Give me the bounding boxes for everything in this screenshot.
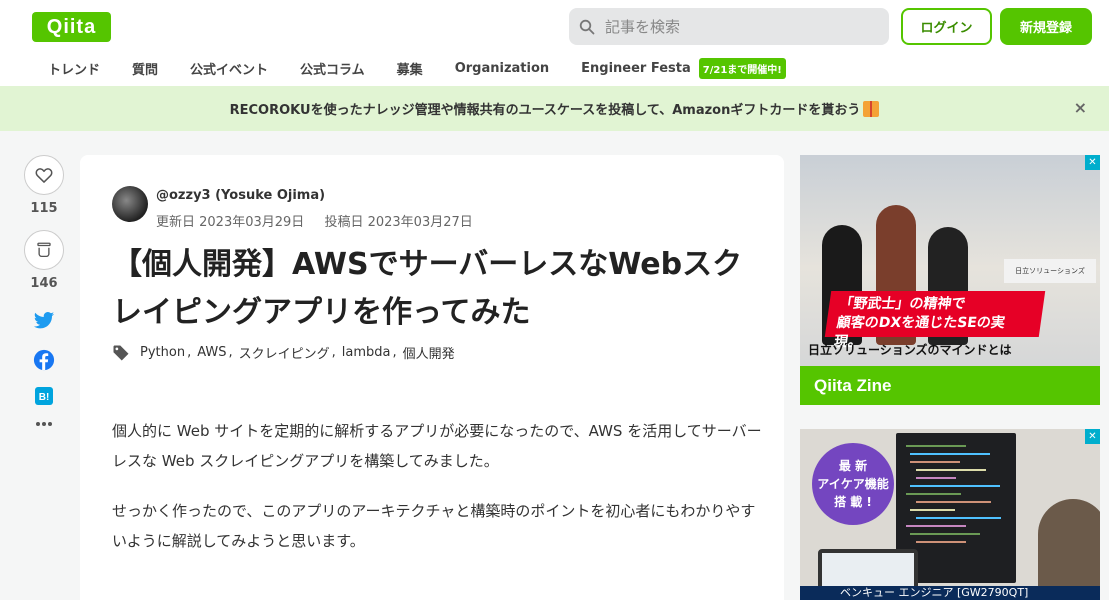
search-box[interactable] [569,8,889,45]
facebook-icon [33,349,55,371]
login-button[interactable]: ログイン [901,8,992,45]
tag-scraping[interactable]: スクレイピング [239,343,330,362]
festa-badge: 7/21まで開催中! [698,57,786,79]
gift-icon [863,100,880,117]
heart-icon [35,168,53,183]
twitter-share[interactable] [24,311,64,331]
article-title: 【個人開発】AWSでサーバーレスなWebスクレイピングアプリを作ってみた [112,247,743,330]
hatena-bookmark-icon: B! [35,387,53,405]
qiita-zine-label: Qiita Zine [800,366,1100,405]
search-icon [579,19,595,34]
article-card: @ozzy3 (Yosuke Ojima) 更新日 2023年03月29日 投稿… [80,155,784,600]
hatena-share[interactable]: B! [24,387,64,405]
ad-banner-benq[interactable]: 最 新 アイケア機能 搭 載 ! ベンキュー エンジニア [GW2790QT] … [800,429,1100,600]
site-header: Qiita ログイン 新規登録 トレンド 質問 公式イベント 公式コラム 募集 … [0,0,1109,86]
action-rail: 115 146 B! [24,155,64,427]
stock-button[interactable] [24,230,64,270]
ad-feature-badge: 最 新 アイケア機能 搭 載 ! [812,443,894,525]
like-button[interactable] [24,155,64,195]
ad-sign: 日立ソリューションズ [1004,259,1096,283]
nav-engineer-festa[interactable]: Engineer Festa [565,61,707,76]
ad-person-figure [1038,499,1100,600]
banner-text: RECOROKUを使ったナレッジ管理や情報共有のユースケースを投稿して、Amaz… [229,103,861,118]
signup-button[interactable]: 新規登録 [1000,8,1092,45]
ad-headline: 「野武士」の精神で 顧客のDXを通じたSEの実現。 [824,291,1046,350]
close-icon[interactable]: × [1074,98,1087,117]
more-icon [36,422,52,426]
nav-official-events[interactable]: 公式イベント [174,59,284,78]
svg-text:B!: B! [39,392,50,403]
ad-close-icon[interactable]: ✕ [1085,429,1100,444]
nav-recruitment[interactable]: 募集 [381,59,439,78]
stock-icon [37,242,51,258]
nav-official-column[interactable]: 公式コラム [284,59,381,78]
stock-count: 146 [30,276,58,291]
tag-aws[interactable]: AWS [197,345,226,360]
facebook-share[interactable] [24,349,64,371]
ad-caption: 日立ソリューションズのマインドとは [808,343,1012,357]
ad-headline-line-1: 「野武士」の精神で [838,296,967,312]
article-dates: 更新日 2023年03月29日 投稿日 2023年03月27日 [156,211,489,230]
tag-personal-dev[interactable]: 個人開発 [403,343,455,362]
like-count: 115 [30,201,58,216]
tag-list: Python, AWS, スクレイピング, lambda, 個人開発 [112,343,457,362]
search-input[interactable] [605,17,875,36]
qiita-logo[interactable]: Qiita [32,12,111,42]
posted-date: 投稿日 2023年03月27日 [324,215,473,230]
article-paragraph-2: せっかく作ったので、このアプリのアーキテクチャと構築時のポイントを初心者にもわか… [112,502,756,550]
ad-caption: ベンキュー エンジニア [GW2790QT] [800,586,1100,600]
tag-icon [113,345,129,360]
more-options[interactable] [24,421,64,427]
ad-close-icon[interactable]: ✕ [1085,155,1100,170]
author-name[interactable]: @ozzy3 (Yosuke Ojima) [156,188,325,203]
avatar[interactable] [112,186,148,222]
tag-lambda[interactable]: lambda [342,345,391,360]
nav-trend[interactable]: トレンド [32,59,116,78]
tag-python[interactable]: Python [140,345,185,360]
updated-date: 更新日 2023年03月29日 [156,215,305,230]
nav-question[interactable]: 質問 [116,59,174,78]
article-paragraph-1: 個人的に Web サイトを定期的に解析するアプリが必要になったので、AWS を活… [112,422,762,470]
global-nav: トレンド 質問 公式イベント 公式コラム 募集 Organization Eng… [32,54,786,82]
ad-badge-text: 最 新 アイケア機能 搭 載 ! [817,459,889,509]
nav-organization[interactable]: Organization [439,61,565,76]
announcement-banner[interactable]: RECOROKUを使ったナレッジ管理や情報共有のユースケースを投稿して、Amaz… [0,86,1109,131]
twitter-icon [33,312,55,329]
ad-banner-hitachi[interactable]: 日立ソリューションズ 「野武士」の精神で 顧客のDXを通じたSEの実現。 日立ソ… [800,155,1100,405]
